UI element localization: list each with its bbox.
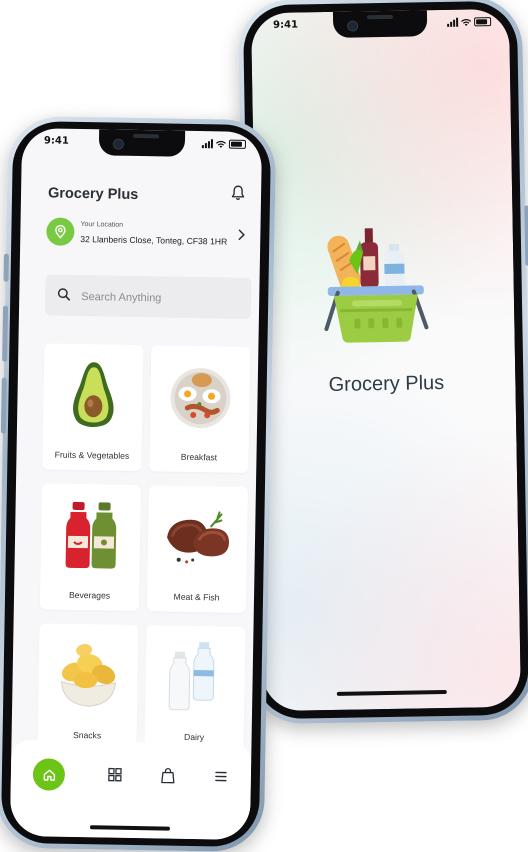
category-tile-snacks[interactable]: Snacks: [37, 623, 138, 751]
home-icon: [42, 768, 55, 781]
battery-icon: [229, 140, 246, 149]
category-label: Meat & Fish: [147, 591, 246, 603]
splash-screen: 9:41: [251, 9, 521, 711]
bag-icon[interactable]: [161, 767, 175, 783]
category-label: Beverages: [40, 589, 139, 601]
page-title: Grocery Plus: [48, 185, 139, 203]
power-button: [524, 205, 528, 265]
grocery-basket-logo: [315, 225, 437, 347]
mute-switch: [4, 254, 9, 282]
location-address: 32 Llanberis Close, Tonteg, CF38 1HR: [80, 234, 227, 247]
category-tile-fruits-vegetables[interactable]: Fruits & Vegetables: [42, 343, 143, 471]
category-label: Dairy: [145, 731, 244, 743]
milk-bottles-icon: [159, 639, 230, 714]
status-time: 9:41: [273, 19, 298, 30]
search-icon: [57, 288, 70, 301]
menu-icon[interactable]: [214, 768, 228, 784]
chevron-right-icon[interactable]: [236, 229, 246, 241]
location-pin-icon: [46, 217, 74, 245]
splash-phone: 9:41: [238, 0, 528, 724]
wifi-icon: [461, 18, 471, 26]
nav-home-button[interactable]: [33, 758, 66, 791]
category-label: Breakfast: [149, 451, 248, 463]
location-label: Your Location: [80, 221, 123, 229]
search-bar[interactable]: [45, 274, 252, 319]
home-phone: 9:41 Grocery Plus Your Location 32 Llanb…: [0, 116, 276, 852]
category-tile-dairy[interactable]: Dairy: [144, 625, 245, 753]
chips-bowl-icon: [53, 638, 124, 713]
breakfast-plate-icon: [164, 359, 235, 434]
signal-icon: [202, 139, 213, 148]
home-screen: 9:41 Grocery Plus Your Location 32 Llanb…: [10, 128, 262, 840]
search-input[interactable]: [79, 275, 244, 321]
status-time: 9:41: [44, 135, 69, 146]
juice-bottles-icon: [55, 498, 126, 573]
notification-bell-icon[interactable]: [231, 185, 245, 201]
bottom-nav: [10, 740, 252, 840]
home-indicator[interactable]: [337, 690, 447, 696]
volume-up-button: [2, 306, 8, 362]
category-grid: Fruits & Vegetables Breakfast: [37, 343, 250, 753]
volume-down-button: [1, 378, 7, 434]
avocado-icon: [57, 358, 128, 433]
category-tile-breakfast[interactable]: Breakfast: [149, 345, 250, 473]
wifi-icon: [216, 140, 226, 148]
category-label: Snacks: [38, 729, 137, 741]
category-label: Fruits & Vegetables: [42, 449, 141, 461]
battery-icon: [474, 17, 491, 26]
splash-app-name: Grocery Plus: [257, 371, 515, 398]
status-bar: 9:41: [22, 135, 262, 153]
signal-icon: [447, 18, 458, 27]
home-indicator[interactable]: [90, 825, 170, 830]
status-bar: 9:41: [251, 16, 509, 35]
location-selector[interactable]: Your Location 32 Llanberis Close, Tonteg…: [46, 217, 249, 257]
steak-icon: [162, 499, 233, 574]
category-tile-meat-fish[interactable]: Meat & Fish: [147, 485, 248, 613]
grid-icon[interactable]: [108, 767, 122, 783]
category-tile-beverages[interactable]: Beverages: [40, 483, 141, 611]
